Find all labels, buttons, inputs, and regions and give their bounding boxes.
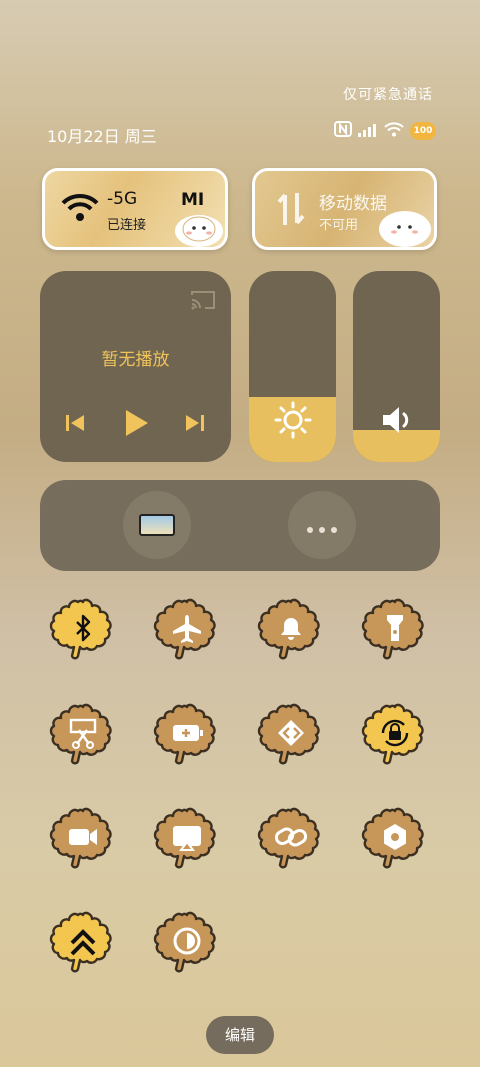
flashlight-toggle[interactable]: [360, 595, 430, 665]
screen-record-toggle[interactable]: [48, 804, 118, 874]
cat-sticker-icon: [375, 199, 434, 247]
rotation-lock-toggle[interactable]: [360, 700, 430, 770]
wifi-status-text: 已连接: [107, 218, 147, 233]
date-label: 10月22日 周三: [47, 127, 157, 146]
volume-slider[interactable]: [353, 271, 440, 462]
mobile-data-card[interactable]: 移动数据 不可用: [252, 168, 437, 250]
system-status-icons: 100: [334, 121, 436, 141]
cast-icon[interactable]: [190, 289, 216, 315]
next-track-icon[interactable]: [185, 413, 205, 437]
battery-saver-toggle[interactable]: [152, 700, 222, 770]
battery-indicator: 100: [410, 122, 436, 140]
screen-display-button[interactable]: [123, 491, 191, 559]
ringer-toggle[interactable]: [256, 595, 326, 665]
display-screen-icon: [139, 514, 175, 540]
no-playback-text: 暂无播放: [101, 350, 170, 370]
ellipsis-icon: [305, 520, 339, 539]
nfc-icon: [334, 121, 352, 141]
settings-toggle[interactable]: [360, 804, 430, 874]
speaker-icon: [381, 405, 413, 439]
link-toggle[interactable]: [256, 804, 326, 874]
previous-track-icon[interactable]: [65, 413, 85, 437]
cast-toggle[interactable]: [152, 804, 222, 874]
dynamic-island-toggle[interactable]: [256, 700, 326, 770]
edit-button[interactable]: 编辑: [206, 1016, 274, 1054]
wifi-status-icon: [384, 121, 404, 141]
data-arrows-icon: [277, 191, 305, 231]
performance-toggle[interactable]: [48, 908, 118, 978]
quick-actions-bar: [40, 480, 440, 571]
signal-icon: [358, 122, 378, 141]
mobile-data-status: 不可用: [319, 218, 359, 233]
emergency-calls-only-text: 仅可紧急通话: [343, 87, 433, 103]
screenshot-toggle[interactable]: [48, 700, 118, 770]
battery-plus-icon: [173, 725, 203, 741]
sun-icon: [274, 401, 312, 443]
cat-sticker-icon: [163, 201, 225, 247]
more-options-button[interactable]: [288, 491, 356, 559]
brightness-slider[interactable]: [249, 271, 336, 462]
wifi-card[interactable]: -5G 已连接 MI: [42, 168, 228, 250]
wifi-icon: [61, 193, 99, 227]
play-icon[interactable]: [124, 408, 150, 442]
wifi-network-name: -5G: [107, 189, 138, 209]
airplane-toggle[interactable]: [152, 595, 222, 665]
bluetooth-toggle[interactable]: [48, 595, 118, 665]
dark-mode-toggle[interactable]: [152, 908, 222, 978]
media-player-tile[interactable]: 暂无播放: [40, 271, 231, 462]
